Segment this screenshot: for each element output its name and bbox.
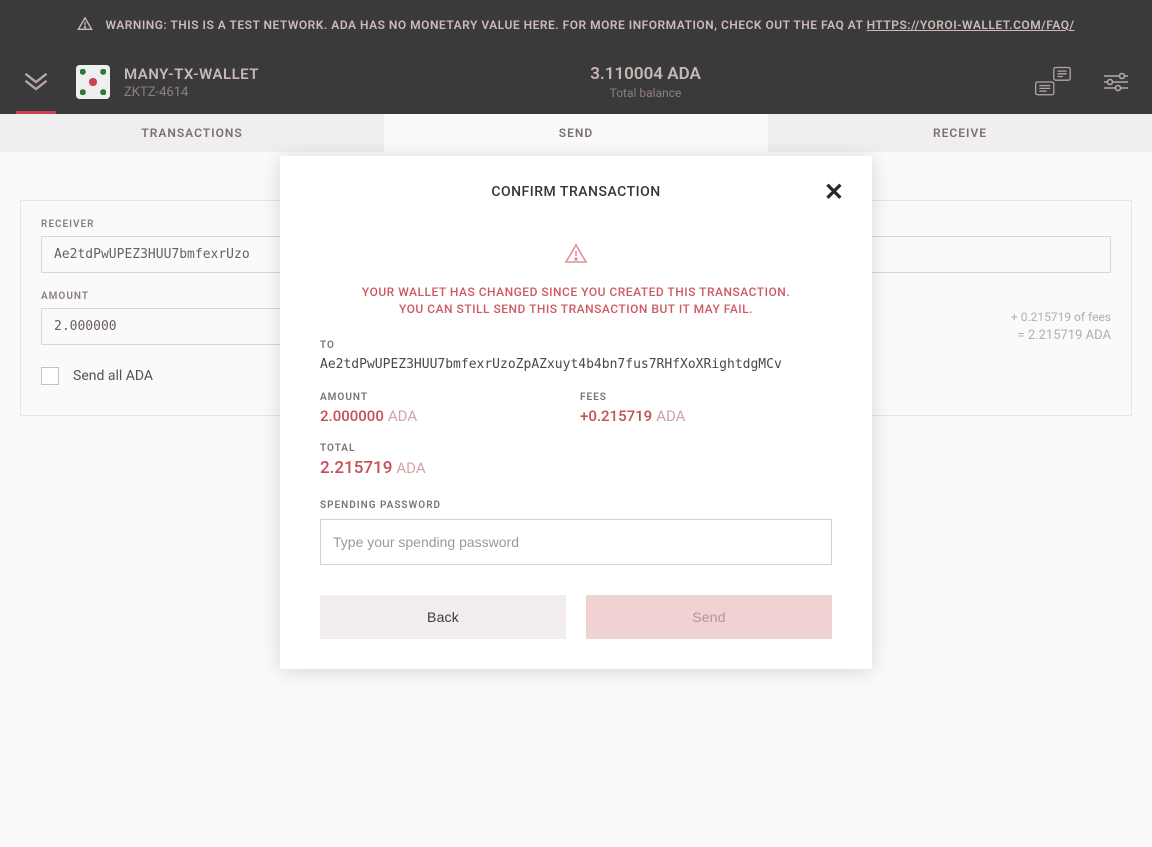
wallet-changed-warning: YOUR WALLET HAS CHANGED SINCE YOU CREATE…: [310, 284, 842, 318]
to-address: Ae2tdPwUPEZ3HUU7bmfexrUzoZpAZxuyt4b4bn7f…: [320, 357, 832, 372]
back-button[interactable]: Back: [320, 595, 566, 639]
alert-triangle-icon: [310, 242, 842, 266]
confirm-amount-label: AMOUNT: [320, 392, 520, 403]
close-icon[interactable]: ✕: [824, 180, 844, 204]
modal-backdrop: CONFIRM TRANSACTION ✕ YOUR WALLET HAS CH…: [0, 0, 1152, 847]
to-label: TO: [320, 340, 832, 351]
confirm-total-label: TOTAL: [320, 443, 832, 454]
send-button[interactable]: Send: [586, 595, 832, 639]
confirm-fees-label: FEES: [580, 392, 780, 403]
confirm-total-value: 2.215719ADA: [320, 458, 832, 478]
spending-password-input[interactable]: [320, 519, 832, 565]
confirm-fees-value: +0.215719ADA: [580, 407, 780, 425]
modal-title: CONFIRM TRANSACTION: [310, 184, 842, 200]
spending-password-label: SPENDING PASSWORD: [320, 500, 832, 511]
confirm-transaction-modal: CONFIRM TRANSACTION ✕ YOUR WALLET HAS CH…: [280, 156, 872, 669]
confirm-amount-value: 2.000000ADA: [320, 407, 520, 425]
